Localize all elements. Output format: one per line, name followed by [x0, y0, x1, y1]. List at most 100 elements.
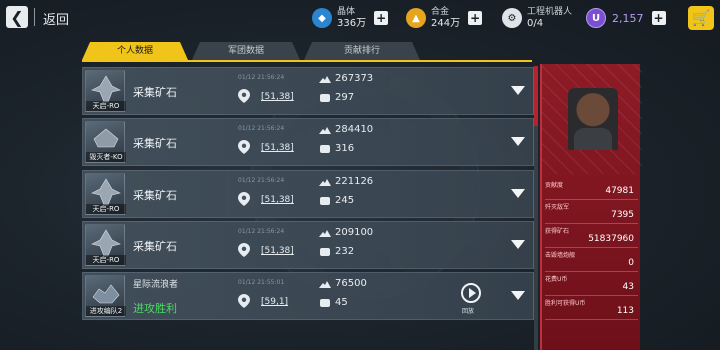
list-item[interactable]: 天启-RO 采集矿石 01/12 21:56:24 [51,38] 209100… — [82, 221, 534, 269]
stat-value-spent: 43 — [622, 282, 634, 292]
list-item[interactable]: 毁灭者-KO 采集矿石 01/12 21:56:24 [51,38] 28441… — [82, 118, 534, 166]
stat-power: 232 — [335, 246, 355, 257]
stat-power: 45 — [335, 297, 348, 308]
alloy-resource: ▲ 合金 244万 + — [406, 4, 483, 32]
cart-icon: 🛒 — [691, 9, 711, 27]
credit-resource: U 2,157 + — [586, 4, 666, 32]
stat-value-kills: 7395 — [611, 210, 634, 220]
ship-fleet-icon — [319, 230, 331, 237]
coordinate-link[interactable]: [59,1] — [261, 297, 288, 307]
avatar — [568, 88, 618, 150]
enemy-name: 星际流浪者 — [133, 280, 179, 290]
divider — [545, 295, 638, 296]
back-button[interactable]: ❮ — [6, 6, 28, 28]
ship-name: 天启-RO — [86, 101, 126, 111]
expand-arrow-icon[interactable] — [511, 240, 525, 249]
robot-value: 0/4 — [527, 18, 544, 29]
credit-value: 2,157 — [612, 11, 644, 25]
expand-arrow-icon[interactable] — [511, 189, 525, 198]
stat-power: 245 — [335, 195, 355, 206]
mission-type: 采集矿石 — [133, 240, 177, 253]
list-scrollbar[interactable] — [534, 66, 538, 350]
coordinate-link[interactable]: [51,38] — [261, 92, 294, 102]
replay-play-icon[interactable] — [461, 283, 481, 303]
divider — [545, 199, 638, 200]
stat-label-ore: 获得矿石 — [545, 228, 570, 235]
robot-icon: ⚙ — [502, 8, 522, 28]
mission-type: 采集矿石 — [133, 86, 177, 99]
stat-value-reward: 113 — [616, 306, 634, 316]
location-pin-icon — [238, 243, 250, 257]
alloy-label: 合金 — [431, 7, 450, 17]
timestamp: 01/12 21:56:24 — [238, 125, 285, 132]
robot-resource: ⚙ 工程机器人 0/4 — [502, 4, 572, 32]
stat-power: 316 — [335, 143, 355, 154]
ship-name: 天启-RO — [86, 255, 126, 265]
ship-thumbnail: 毁灭者-KO — [85, 121, 126, 163]
fist-icon — [320, 248, 330, 256]
stat-ore: 267373 — [335, 73, 374, 84]
list-item[interactable]: 天启-RO 采集矿石 01/12 21:56:24 [51,38] 221126… — [82, 170, 534, 218]
list-item[interactable]: 进攻编队2 星际流浪者 进攻胜利 01/12 21:55:01 [59,1] 7… — [82, 272, 534, 320]
tab-personal-data[interactable]: 个人数据 — [82, 42, 188, 60]
timestamp: 01/12 21:56:24 — [238, 177, 285, 184]
coordinate-link[interactable]: [51,38] — [261, 195, 294, 205]
add-credit-button[interactable]: + — [651, 11, 666, 25]
ship-thumbnail: 天启-RO — [85, 224, 126, 266]
list-item[interactable]: 天启-RO 采集矿石 01/12 21:56:24 [51,38] 267373… — [82, 67, 534, 115]
coordinate-link[interactable]: [51,38] — [261, 246, 294, 256]
crystal-icon: ◆ — [312, 8, 332, 28]
ship-fleet-icon — [319, 76, 331, 83]
ship-icon — [93, 128, 119, 148]
divider — [545, 271, 638, 272]
ship-icon — [91, 229, 121, 257]
fist-icon — [320, 94, 330, 102]
stat-power: 297 — [335, 92, 355, 103]
tab-underline — [82, 60, 532, 62]
ship-icon — [91, 178, 121, 206]
crystal-resource: ◆ 晶体 336万 + — [312, 4, 389, 32]
shop-button[interactable]: 🛒 — [688, 6, 714, 30]
stat-label-kills: 歼灭敌军 — [545, 204, 570, 211]
replay-label: 回放 — [462, 308, 475, 315]
stat-label-contribution: 贡献度 — [545, 182, 564, 189]
crystal-value: 336万 — [337, 18, 367, 29]
alloy-value: 244万 — [431, 18, 461, 29]
ship-thumbnail: 天启-RO — [85, 70, 126, 112]
fleet-icon — [92, 284, 120, 304]
stat-value-contribution: 47981 — [605, 186, 634, 196]
location-pin-icon — [238, 89, 250, 103]
stat-value-ore: 51837960 — [588, 234, 634, 244]
scroll-thumb[interactable] — [534, 66, 538, 126]
stat-label-spent: 花费U币 — [545, 276, 568, 283]
credit-icon: U — [586, 8, 606, 28]
divider — [545, 319, 638, 320]
stat-label-destroyed: 击毁墙炮舰 — [545, 252, 576, 259]
battle-result: 进攻胜利 — [133, 302, 177, 315]
fist-icon — [320, 299, 330, 307]
stat-value-destroyed: 0 — [628, 258, 634, 268]
ship-fleet-icon — [319, 179, 331, 186]
title-separator — [34, 8, 35, 26]
divider — [545, 247, 638, 248]
add-crystal-button[interactable]: + — [374, 11, 389, 25]
coordinate-link[interactable]: [51,38] — [261, 143, 294, 153]
expand-arrow-icon[interactable] — [511, 86, 525, 95]
fist-icon — [320, 197, 330, 205]
add-alloy-button[interactable]: + — [468, 11, 483, 25]
mission-type: 采集矿石 — [133, 137, 177, 150]
expand-arrow-icon[interactable] — [511, 137, 525, 146]
divider — [545, 223, 638, 224]
top-bar: ❮ 返回 ◆ 晶体 336万 + ▲ 合金 244万 + ⚙ 工程机器人 0/4 U … — [0, 0, 720, 38]
expand-arrow-icon[interactable] — [511, 291, 525, 300]
ship-thumbnail: 进攻编队2 — [85, 275, 126, 317]
tab-legion-data[interactable]: 军团数据 — [192, 42, 300, 60]
mission-type: 采集矿石 — [133, 189, 177, 202]
ship-icon — [91, 75, 121, 103]
timestamp: 01/12 21:55:01 — [238, 279, 285, 286]
chevron-left-icon: ❮ — [10, 7, 24, 27]
location-pin-icon — [238, 294, 250, 308]
tab-contribution-ranking[interactable]: 贡献排行 — [304, 42, 420, 60]
timestamp: 01/12 21:56:24 — [238, 74, 285, 81]
fist-icon — [320, 145, 330, 153]
